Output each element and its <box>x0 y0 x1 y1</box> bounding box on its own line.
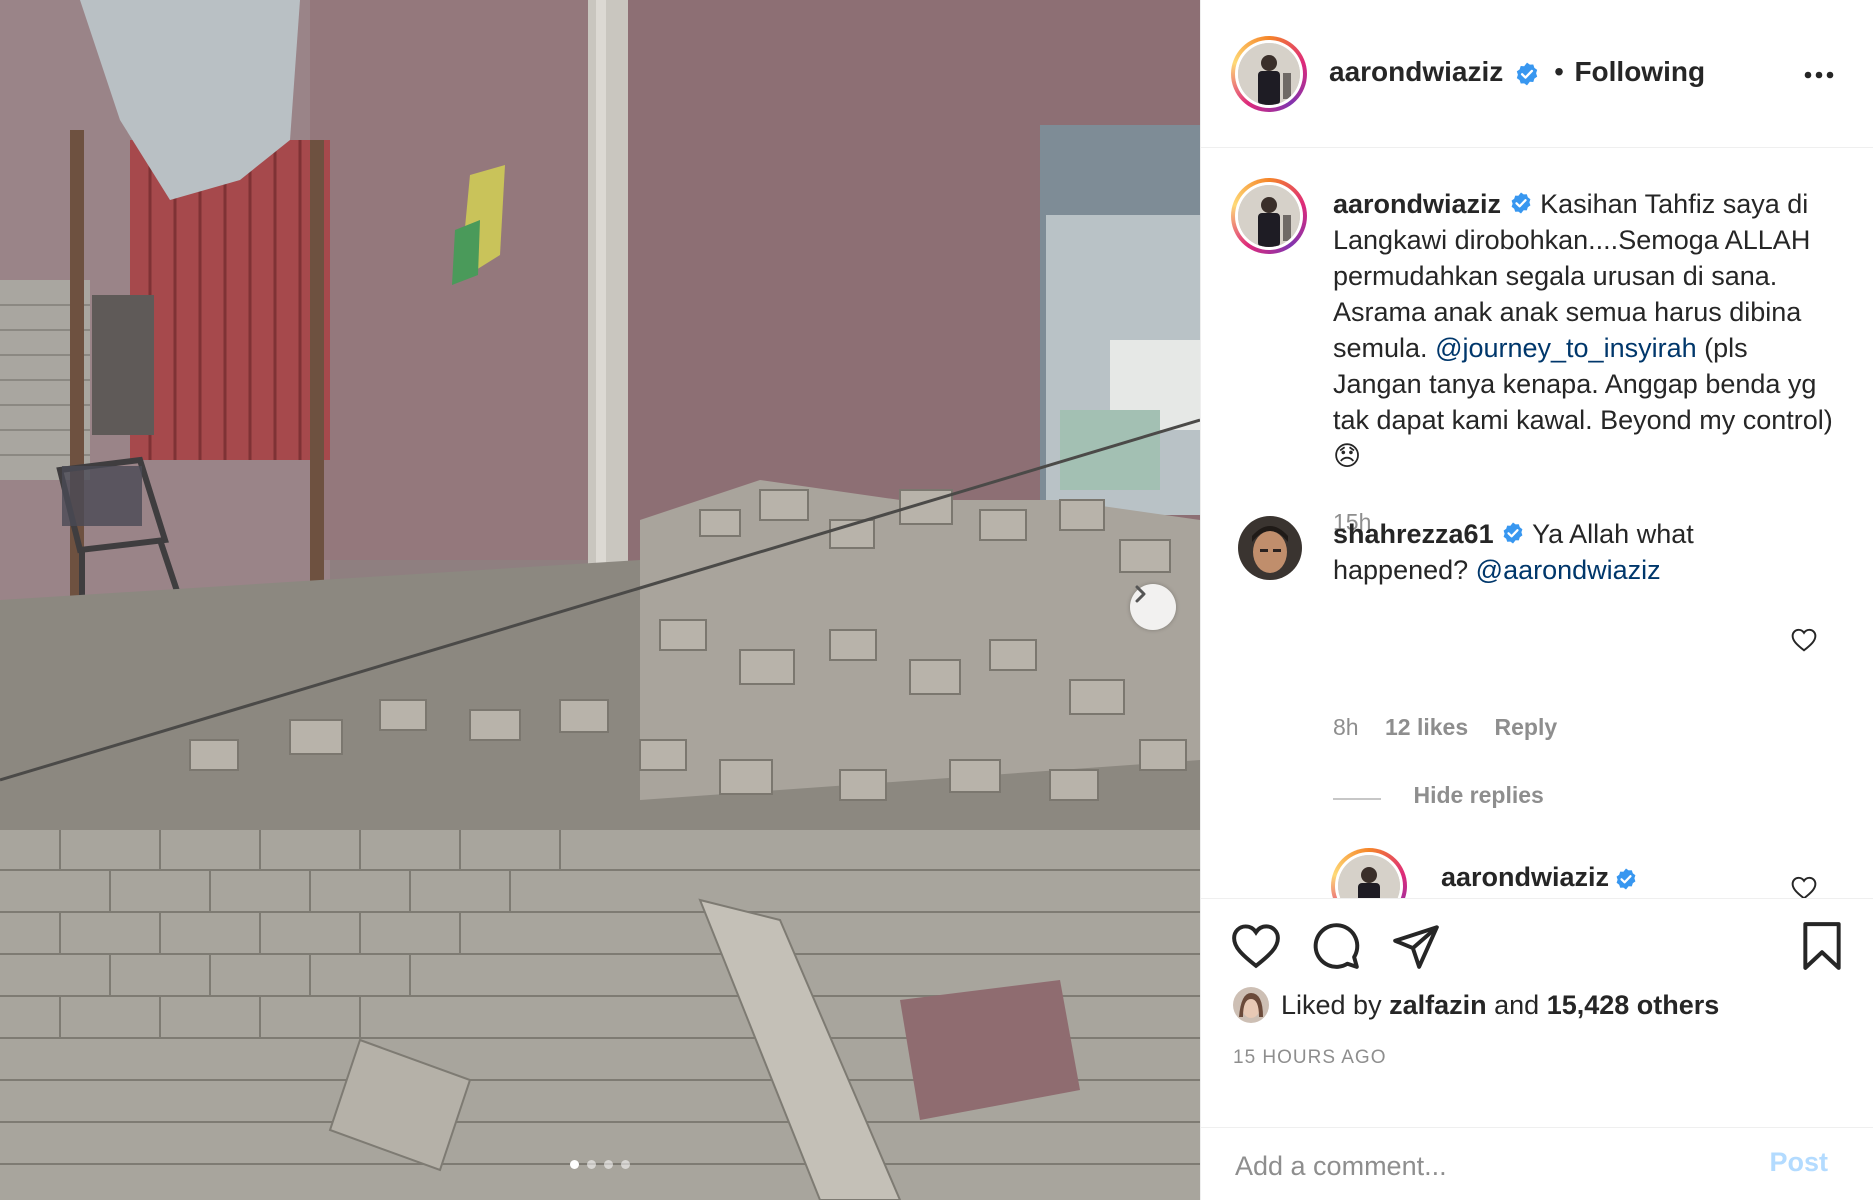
comment-username[interactable]: shahrezza61 <box>1333 519 1494 549</box>
post-comment-button[interactable]: Post <box>1763 1146 1834 1179</box>
verified-badge-icon <box>1516 62 1537 86</box>
header-username[interactable]: aarondwiaziz <box>1329 56 1503 87</box>
post-header: aarondwiaziz • Following <box>1201 0 1873 148</box>
avatar-photo <box>1238 43 1300 105</box>
avatar-photo <box>1233 987 1269 1023</box>
chevron-right-icon <box>1135 585 1146 603</box>
reply-avatar[interactable] <box>1331 848 1407 898</box>
author-avatar[interactable] <box>1231 36 1307 112</box>
hide-replies-button[interactable]: Hide replies <box>1333 782 1544 809</box>
liked-by-user[interactable]: zalfazin <box>1389 990 1487 1021</box>
likes-summary: Liked by zalfazin and 15,428 others <box>1233 987 1719 1023</box>
add-comment-section: Post <box>1201 1127 1873 1201</box>
post-modal: aarondwiaziz • Following aarondwiaziz Ka… <box>0 0 1873 1200</box>
verified-badge-icon <box>1511 192 1530 214</box>
carousel-dot-4 <box>621 1160 630 1169</box>
carousel-dot-2 <box>587 1160 596 1169</box>
verified-badge-icon <box>1503 522 1523 544</box>
liked-by-prefix: Liked by <box>1281 989 1382 1020</box>
liked-by-and: and <box>1494 989 1540 1020</box>
comment-meta: 8h 12 likes Reply <box>1333 714 1557 741</box>
post-side-panel: aarondwiaziz • Following aarondwiaziz Ka… <box>1200 0 1873 1200</box>
header-separator: • <box>1554 56 1564 87</box>
caption-username[interactable]: aarondwiaziz <box>1333 189 1501 219</box>
more-options-icon[interactable] <box>1804 70 1834 80</box>
like-comment-heart-icon[interactable] <box>1791 628 1817 652</box>
comment-input[interactable] <box>1233 1140 1757 1192</box>
commenter-avatar[interactable] <box>1238 516 1302 580</box>
bookmark-icon[interactable] <box>1801 921 1843 971</box>
post-timestamp[interactable]: 15 HOURS AGO <box>1233 1047 1387 1069</box>
liker-avatar[interactable] <box>1233 987 1269 1023</box>
demolished-building-photo <box>0 0 1200 1200</box>
carousel-dot-3 <box>604 1160 613 1169</box>
reply-button[interactable]: Reply <box>1495 714 1558 740</box>
reply-username[interactable]: aarondwiaziz <box>1441 862 1609 892</box>
heart-icon[interactable] <box>1231 923 1281 969</box>
comment-icon[interactable] <box>1311 921 1361 971</box>
comment-mention[interactable]: @aarondwiaziz <box>1476 555 1661 585</box>
avatar-photo <box>1238 516 1302 580</box>
following-button[interactable]: Following <box>1574 56 1705 87</box>
caption-mention[interactable]: @journey_to_insyirah <box>1435 333 1697 363</box>
avatar-photo <box>1338 855 1400 898</box>
comment: shahrezza61 Ya Allah what happened? @aar… <box>1333 516 1773 588</box>
reply: aarondwiaziz <box>1441 862 1638 893</box>
like-reply-heart-icon[interactable] <box>1791 876 1817 898</box>
verified-badge-icon <box>1616 868 1635 890</box>
avatar-photo <box>1238 185 1300 247</box>
caption-avatar[interactable] <box>1231 178 1307 254</box>
liked-by-others[interactable]: 15,428 others <box>1547 990 1720 1021</box>
post-actions: Liked by zalfazin and 15,428 others 15 H… <box>1201 898 1873 1200</box>
comment-time[interactable]: 8h <box>1333 714 1359 740</box>
comment-likes[interactable]: 12 likes <box>1385 714 1468 740</box>
carousel-indicator <box>0 1160 1200 1169</box>
caption: aarondwiaziz Kasihan Tahfiz saya di Lang… <box>1333 186 1833 540</box>
carousel-dot-1 <box>570 1160 579 1169</box>
post-photo[interactable] <box>0 0 1200 1200</box>
comments-list[interactable]: aarondwiaziz Kasihan Tahfiz saya di Lang… <box>1201 148 1873 898</box>
next-photo-button[interactable] <box>1130 584 1176 630</box>
replies-divider-line <box>1333 797 1381 800</box>
hide-replies-label: Hide replies <box>1413 782 1544 808</box>
share-icon[interactable] <box>1391 921 1441 971</box>
